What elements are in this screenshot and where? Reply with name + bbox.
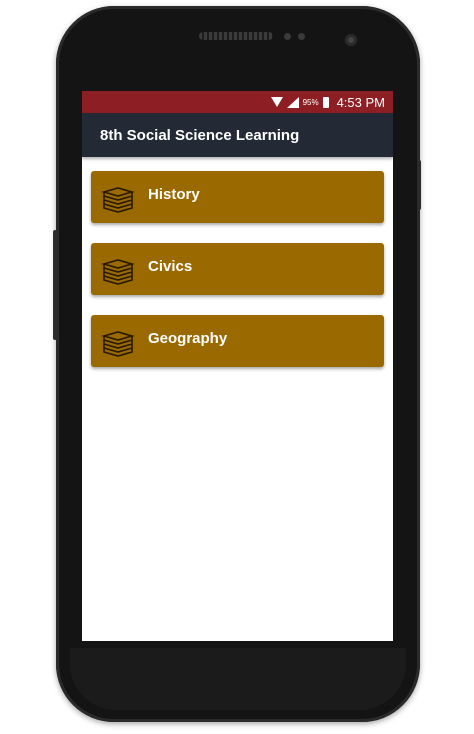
battery-icon xyxy=(322,96,329,108)
wifi-icon xyxy=(270,97,283,107)
status-time: 4:53 PM xyxy=(336,94,385,110)
civics-button[interactable]: Civics xyxy=(91,243,384,295)
sensor-dot xyxy=(284,33,291,40)
books-icon xyxy=(101,331,135,357)
sensor-dot xyxy=(298,33,305,40)
books-icon xyxy=(101,259,135,285)
subject-menu: History Civics Geography xyxy=(82,157,393,367)
app-screen: 95% 4:53 PM 8th Social Science Learning … xyxy=(82,91,393,641)
books-icon xyxy=(101,187,135,213)
app-title: 8th Social Science Learning xyxy=(100,126,300,144)
battery-percent: 95% xyxy=(302,97,319,107)
phone-chin xyxy=(70,648,406,710)
civics-label: Civics xyxy=(148,257,193,275)
signal-icon xyxy=(286,96,299,108)
geography-label: Geography xyxy=(148,329,228,347)
status-bar: 95% 4:53 PM xyxy=(82,91,393,113)
history-button[interactable]: History xyxy=(91,171,384,223)
front-camera-icon xyxy=(345,34,357,46)
app-bar: 8th Social Science Learning xyxy=(82,113,393,157)
geography-button[interactable]: Geography xyxy=(91,315,384,367)
earpiece-speaker xyxy=(199,32,273,40)
power-button xyxy=(417,160,421,210)
volume-button xyxy=(53,230,57,340)
history-label: History xyxy=(148,185,200,203)
